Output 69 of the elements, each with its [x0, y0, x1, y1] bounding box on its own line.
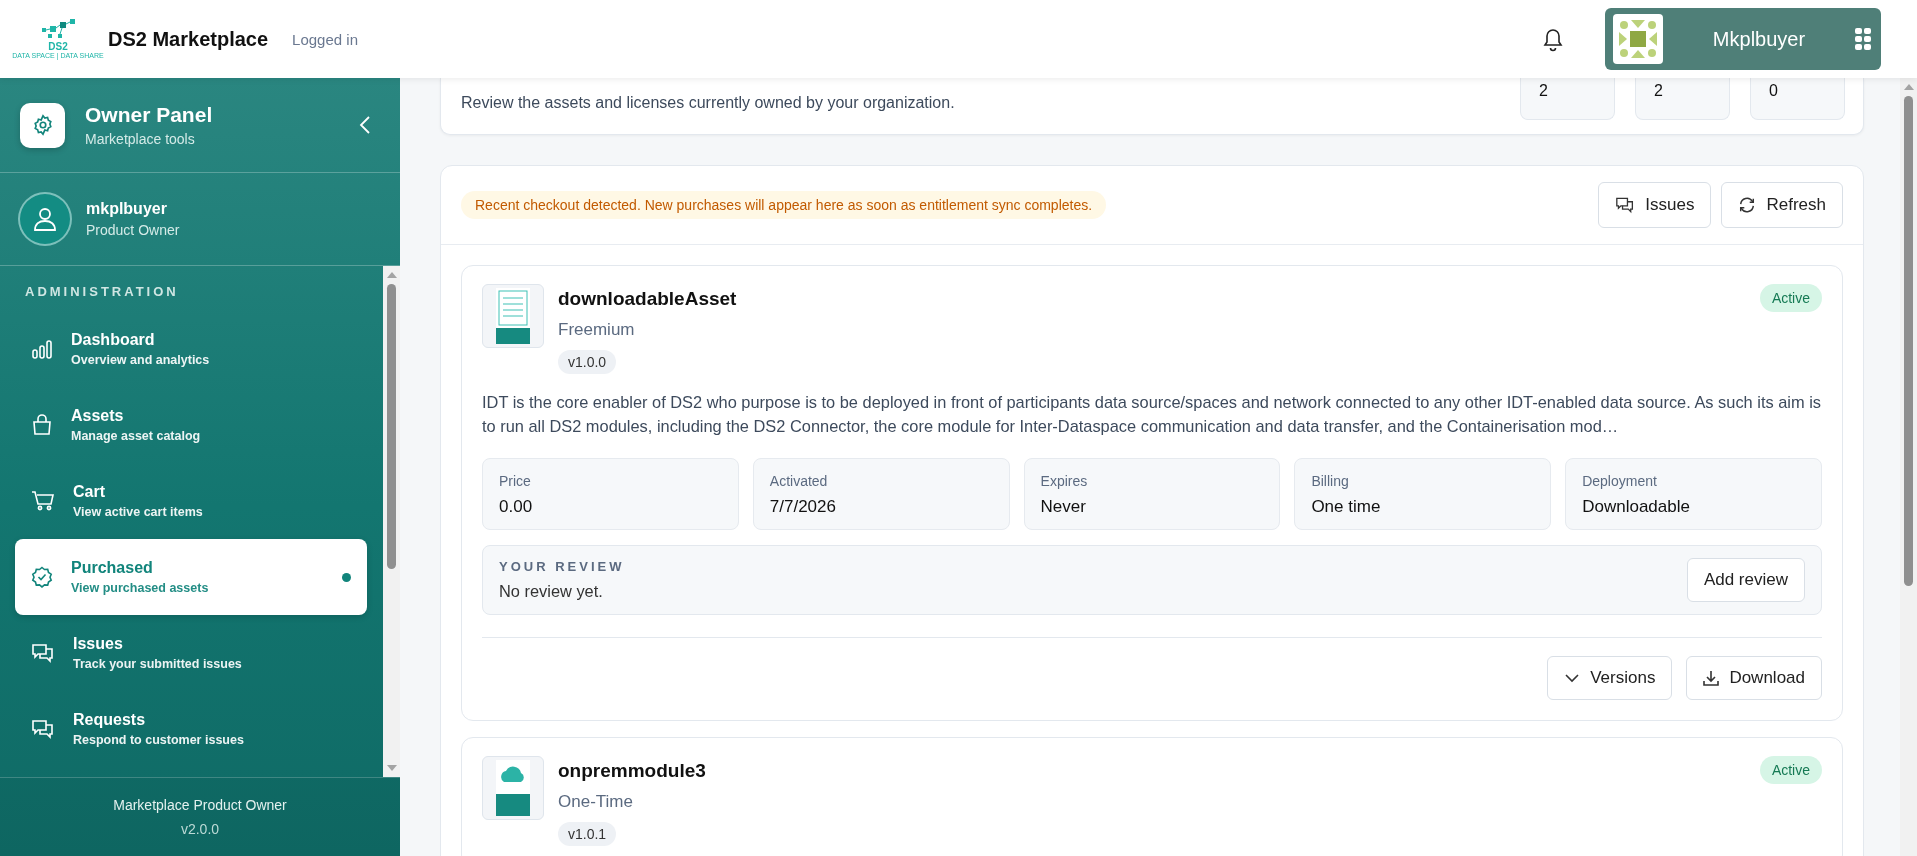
chevron-left-icon[interactable]: [358, 115, 372, 135]
version-tag: v1.0.0: [558, 350, 617, 374]
download-icon: [1703, 670, 1720, 686]
detail-label: Expires: [1040, 473, 1089, 489]
detail-label: Activated: [769, 473, 829, 489]
asset-plan: Freemium: [558, 320, 635, 340]
panel-title: Owner Panel: [85, 103, 214, 127]
stat-tile: 2: [1635, 78, 1730, 120]
check-badge-icon: [31, 566, 53, 588]
cloud-cover-drawing: [496, 760, 530, 816]
section-heading: ADMINISTRATION: [24, 283, 180, 301]
toolbar-button[interactable]: Refresh: [1721, 182, 1843, 228]
user-menu-button[interactable]: Mkplbuyer: [1605, 8, 1881, 70]
active-dot: [342, 572, 351, 582]
stat-tile: 2: [1520, 78, 1615, 120]
scrollbar[interactable]: [383, 266, 400, 777]
summary-description: Review the assets and licenses currently owned by your organization.: [461, 94, 956, 113]
nav-item[interactable]: Assets Manage asset catalog: [15, 387, 367, 463]
asset-description: IDT is the core enabler of DS2 who purpose is to be deployed in front of participants data source/spaces and network connected to any other IDT-enabled data source. As such its aim is to run all DS2 modules, including the DS2 Connector, the core module for Inter-Dataspace communication and data transfer, and the Containerisation mod…: [482, 392, 1822, 437]
detail-value: 0.00: [499, 497, 534, 517]
cart-icon: [31, 490, 55, 512]
version-tag: v1.0.1: [558, 822, 617, 846]
identicon-avatar-icon: [1613, 14, 1663, 64]
detail-label: Deployment: [1582, 473, 1658, 489]
review-heading: YOUR REVIEW: [499, 559, 626, 574]
chat-bubbles-icon: [1615, 196, 1636, 214]
toolbar-button[interactable]: Issues: [1598, 182, 1712, 228]
shopping-bag-icon: [31, 414, 53, 436]
nav-item[interactable]: Issues Track your submitted issues: [15, 615, 367, 691]
action-button[interactable]: Download: [1686, 656, 1822, 700]
detail-value: One time: [1311, 497, 1382, 517]
stat-tile: 0: [1750, 78, 1845, 120]
bar-chart-icon: [31, 338, 53, 360]
sync-notice: Recent checkout detected. New purchases will appear here as soon as entitlement sync completes.: [461, 191, 1107, 219]
logo-text: DS2: [48, 42, 68, 52]
bell-icon[interactable]: [1541, 26, 1565, 52]
chat-bubbles-icon: [31, 718, 55, 740]
detail-value: Downloadable: [1582, 497, 1691, 517]
detail-label: Billing: [1311, 473, 1350, 489]
page-scrollbar[interactable]: [1900, 78, 1917, 856]
action-button[interactable]: Versions: [1547, 656, 1673, 700]
user-name: mkplbuyer: [86, 200, 168, 218]
gear-icon: [31, 114, 54, 136]
nav-item[interactable]: Requests Respond to customer issues: [15, 691, 367, 767]
user-role: Product Owner: [86, 222, 181, 238]
detail-label: Price: [499, 473, 532, 489]
apps-grid-icon: [1855, 28, 1871, 50]
status-tag: Active: [1759, 756, 1822, 784]
nav-item[interactable]: Purchased View purchased assets: [15, 539, 367, 615]
asset-name: downloadableAsset: [558, 288, 737, 310]
detail-value: 7/7/2026: [769, 497, 837, 517]
asset-name: onpremmodule3: [558, 760, 706, 782]
status-tag: Active: [1759, 284, 1822, 312]
document-cover-drawing: [496, 288, 530, 344]
review-text: No review yet.: [499, 582, 604, 601]
refresh-icon: [1738, 196, 1757, 214]
chat-bubbles-icon: [31, 642, 55, 664]
detail-value: Never: [1040, 497, 1087, 517]
asset-plan: One-Time: [558, 792, 633, 812]
nav-item[interactable]: Dashboard Overview and analytics: [15, 311, 367, 387]
panel-subtitle: Marketplace tools: [85, 131, 196, 147]
nav-item[interactable]: Cart View active cart items: [15, 463, 367, 539]
person-icon: [33, 206, 57, 232]
app-version: v2.0.0: [180, 821, 220, 837]
footer-role: Marketplace Product Owner: [113, 797, 287, 813]
app-title: DS2 Marketplace: [108, 27, 269, 51]
chevron-down-icon: [1564, 673, 1581, 683]
add-review-button[interactable]: Add review: [1686, 558, 1805, 602]
login-status: Logged in: [292, 30, 358, 48]
